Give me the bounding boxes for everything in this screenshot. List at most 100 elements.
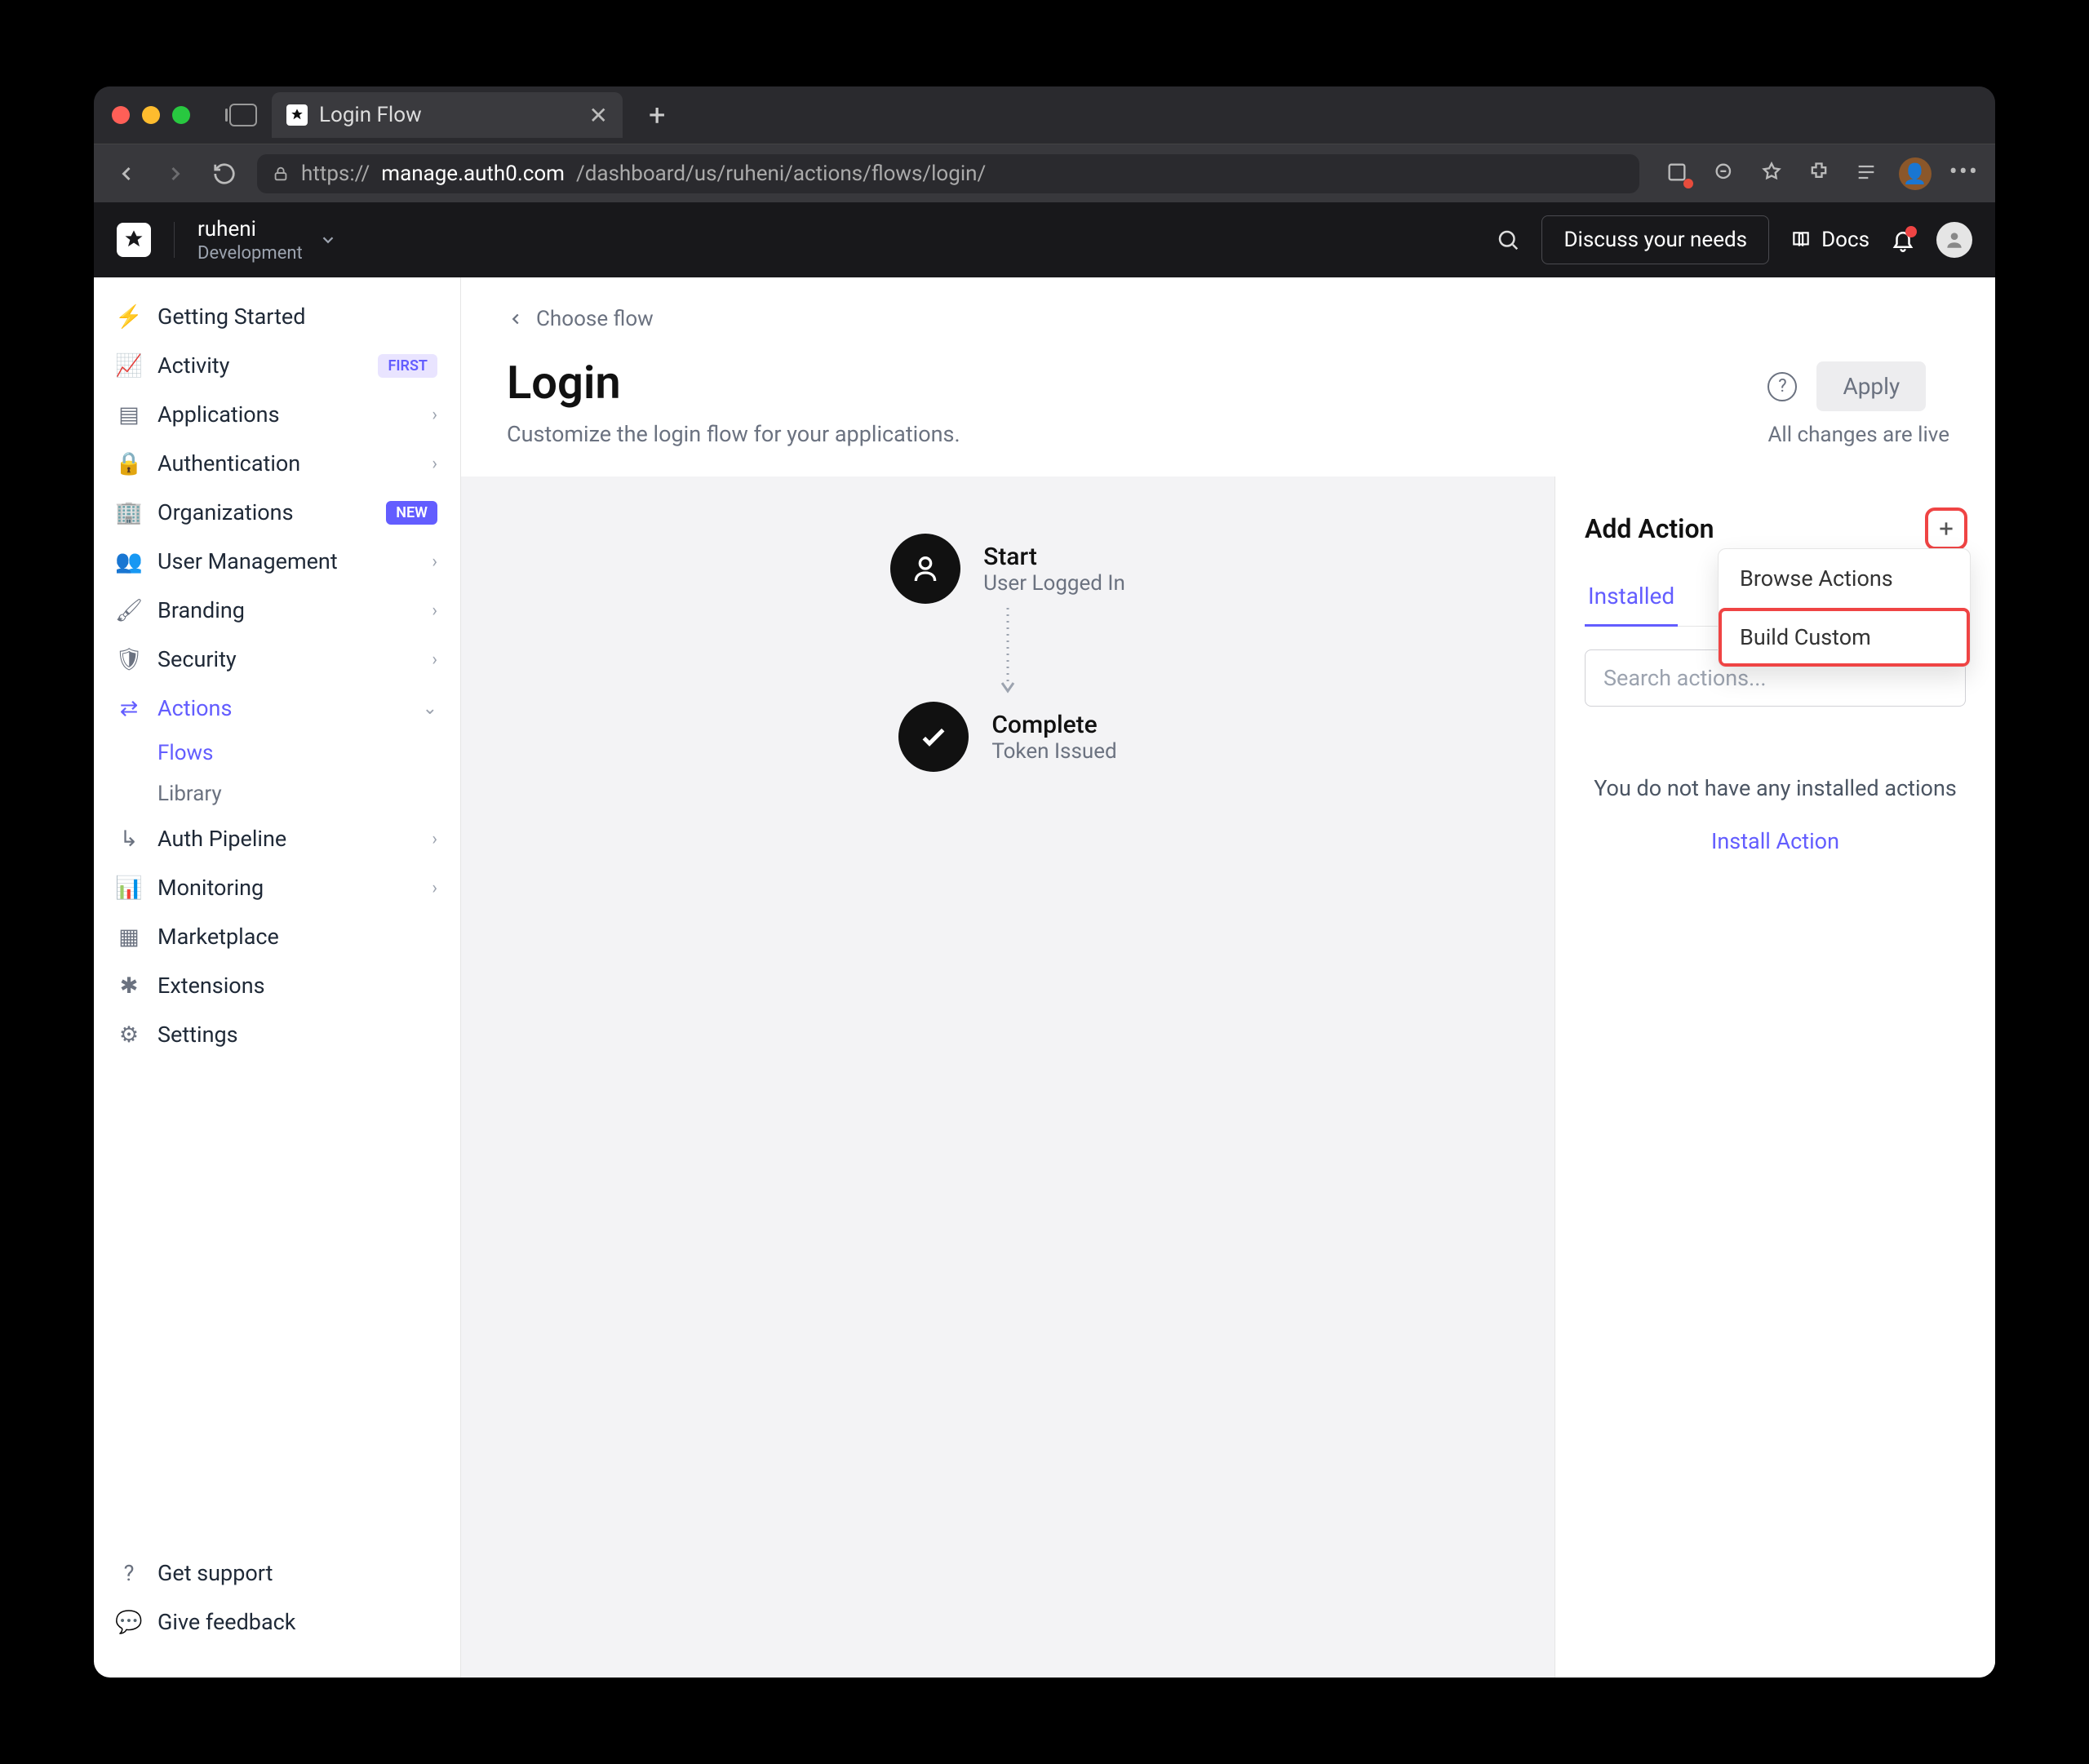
first-badge: FIRST	[378, 354, 437, 378]
docs-label: Docs	[1821, 228, 1869, 252]
url-path: /dashboard/us/ruheni/actions/flows/login…	[576, 162, 986, 186]
help-button[interactable]: ?	[1767, 372, 1797, 401]
empty-text: You do not have any installed actions	[1585, 772, 1966, 805]
chevron-right-icon: ›	[432, 649, 437, 670]
sidebar-item-monitoring[interactable]: 📊Monitoring›	[94, 863, 460, 912]
url-host: manage.auth0.com	[381, 162, 565, 186]
docs-link[interactable]: Docs	[1790, 228, 1869, 252]
changes-status: All changes are live	[1767, 423, 1949, 447]
tenant-environment: Development	[197, 243, 303, 264]
sidebar-sub-library[interactable]: Library	[94, 773, 460, 814]
collections-icon[interactable]	[1852, 157, 1881, 187]
bars-icon: 📊	[117, 875, 141, 900]
search-icon[interactable]	[1496, 228, 1520, 252]
new-tab-button[interactable]: +	[637, 98, 676, 132]
tab-installed[interactable]: Installed	[1585, 573, 1678, 627]
back-to-flows-link[interactable]: Choose flow	[507, 307, 1949, 331]
sidebar-item-actions[interactable]: ⇄Actions⌄	[94, 684, 460, 733]
start-title: Start	[983, 543, 1125, 571]
address-bar[interactable]: https:// manage.auth0.com/dashboard/us/ru…	[257, 154, 1639, 193]
more-menu-icon[interactable]: •••	[1949, 157, 1979, 190]
profile-avatar[interactable]: 👤	[1899, 157, 1932, 190]
flow-node-start: Start User Logged In	[890, 534, 1125, 604]
sidebar-item-getting-started[interactable]: ⚡Getting Started	[94, 292, 460, 341]
flow-icon: ⇄	[117, 696, 141, 720]
browser-toolbar: https:// manage.auth0.com/dashboard/us/ru…	[94, 144, 1995, 202]
zoom-icon[interactable]	[1710, 157, 1739, 187]
tenant-name: ruheni	[197, 217, 303, 242]
complete-title: Complete	[991, 711, 1116, 739]
start-subtitle: User Logged In	[983, 571, 1125, 596]
sidebar-item-branding[interactable]: 🖌Branding›	[94, 586, 460, 635]
flow-node-complete: Complete Token Issued	[898, 702, 1116, 772]
window-controls	[112, 106, 190, 124]
complete-node-icon	[898, 702, 969, 772]
chevron-right-icon: ›	[432, 552, 437, 572]
divider	[174, 222, 175, 258]
grid-icon: ▦	[117, 924, 141, 949]
notifications-icon[interactable]	[1891, 228, 1915, 252]
maximize-window-button[interactable]	[172, 106, 190, 124]
dropdown-build-custom[interactable]: Build Custom	[1719, 608, 1970, 667]
shield-icon[interactable]	[1662, 157, 1692, 187]
give-feedback-link[interactable]: 💬Give feedback	[94, 1598, 460, 1647]
tenant-switcher[interactable]: ruheni Development	[197, 217, 337, 264]
back-button[interactable]	[110, 157, 143, 190]
page-subtitle: Customize the login flow for your applic…	[507, 421, 960, 447]
flow-canvas[interactable]: Start User Logged In	[461, 476, 1555, 1678]
lock-icon	[272, 165, 290, 183]
building-icon: 🏢	[117, 500, 141, 525]
tab-favicon	[286, 104, 308, 126]
install-action-link[interactable]: Install Action	[1585, 828, 1966, 854]
sidebar: ⚡Getting Started 📈ActivityFIRST ▤Applica…	[94, 277, 461, 1678]
sidebar-item-security[interactable]: 🛡Security›	[94, 635, 460, 684]
shield-icon: 🛡	[117, 647, 141, 671]
stack-icon: ▤	[117, 402, 141, 427]
sidebar-item-organizations[interactable]: 🏢OrganizationsNEW	[94, 488, 460, 537]
sidebar-item-auth-pipeline[interactable]: ↳Auth Pipeline›	[94, 814, 460, 863]
bookmark-icon[interactable]	[1757, 157, 1786, 187]
sidebar-item-activity[interactable]: 📈ActivityFIRST	[94, 341, 460, 390]
sidebar-item-user-management[interactable]: 👥User Management›	[94, 537, 460, 586]
feedback-icon: 💬	[117, 1610, 141, 1634]
tab-close-icon[interactable]: ✕	[589, 102, 608, 129]
forward-button[interactable]	[159, 157, 192, 190]
url-prefix: https://	[301, 162, 370, 186]
extensions-icon[interactable]	[1804, 157, 1834, 187]
actions-rail: Add Action Browse Actions Build Custom I…	[1555, 476, 1995, 1678]
sidebar-item-settings[interactable]: ⚙Settings	[94, 1010, 460, 1059]
sidebar-item-marketplace[interactable]: ▦Marketplace	[94, 912, 460, 961]
dropdown-browse-actions[interactable]: Browse Actions	[1719, 549, 1970, 608]
start-node-icon	[890, 534, 960, 604]
complete-subtitle: Token Issued	[991, 739, 1116, 764]
minimize-window-button[interactable]	[142, 106, 160, 124]
user-avatar[interactable]	[1936, 222, 1972, 258]
reload-button[interactable]	[208, 157, 241, 190]
sidebar-sub-flows[interactable]: Flows	[94, 733, 460, 773]
tab-overview-icon[interactable]	[229, 104, 257, 126]
page-title: Login	[507, 356, 621, 410]
add-action-button[interactable]	[1927, 509, 1966, 548]
chart-icon: 📈	[117, 353, 141, 378]
chevron-right-icon: ›	[432, 601, 437, 621]
get-support-link[interactable]: ?Get support	[94, 1549, 460, 1598]
browser-tab[interactable]: Login Flow ✕	[272, 92, 623, 138]
auth0-logo[interactable]	[117, 223, 151, 257]
lock-icon: 🔒	[117, 451, 141, 476]
chevron-down-icon: ⌄	[423, 698, 437, 719]
empty-state: You do not have any installed actions In…	[1585, 772, 1966, 854]
search-placeholder: Search actions...	[1603, 665, 1766, 691]
back-label: Choose flow	[536, 307, 654, 331]
sidebar-item-authentication[interactable]: 🔒Authentication›	[94, 439, 460, 488]
chevron-right-icon: ›	[432, 405, 437, 425]
sidebar-item-extensions[interactable]: ✱Extensions	[94, 961, 460, 1010]
discuss-button[interactable]: Discuss your needs	[1541, 215, 1769, 264]
chevron-right-icon: ›	[432, 454, 437, 474]
new-badge: NEW	[386, 501, 437, 525]
tab-title: Login Flow	[319, 103, 578, 127]
close-window-button[interactable]	[112, 106, 130, 124]
chevron-right-icon: ›	[432, 829, 437, 849]
apply-button[interactable]: Apply	[1816, 361, 1926, 411]
bolt-icon: ⚡	[117, 304, 141, 329]
sidebar-item-applications[interactable]: ▤Applications›	[94, 390, 460, 439]
